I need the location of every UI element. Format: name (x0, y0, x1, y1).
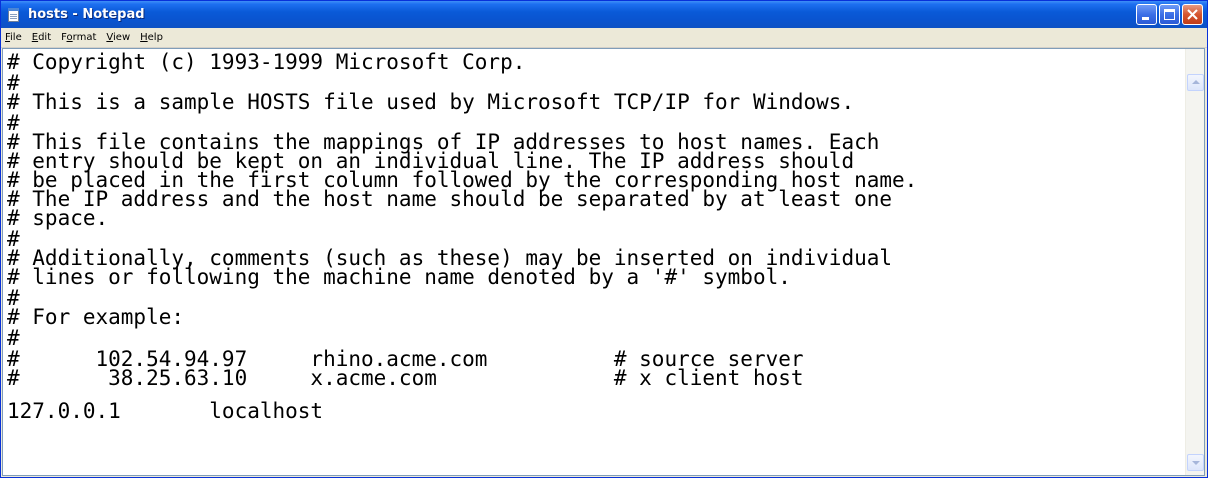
maximize-button[interactable] (1159, 4, 1180, 25)
maximize-icon (1164, 9, 1175, 20)
close-icon (1187, 9, 1198, 20)
window-title: hosts - Notepad (28, 7, 145, 22)
title-bar[interactable]: hosts - Notepad (1, 1, 1207, 28)
text-line: # For example: (7, 305, 185, 329)
vertical-scrollbar[interactable] (1185, 49, 1204, 475)
text-area[interactable]: # Copyright (c) 1993-1999 Microsoft Corp… (3, 49, 1186, 475)
text-line: # lines or following the machine name de… (7, 265, 791, 289)
minimize-button[interactable] (1136, 4, 1157, 25)
text-editor[interactable]: # Copyright (c) 1993-1999 Microsoft Corp… (2, 48, 1205, 476)
text-line: 127.0.0.1 localhost (7, 399, 324, 423)
scroll-down-button[interactable] (1187, 454, 1204, 471)
menu-format[interactable]: Format (57, 28, 102, 47)
text-line: # 38.25.63.10 x.acme.com # x client host (7, 366, 804, 390)
menu-edit[interactable]: Edit (28, 28, 57, 47)
menu-file[interactable]: File (1, 28, 28, 47)
chevron-up-icon (1192, 80, 1200, 84)
text-line: # The IP address and the host name shoul… (7, 187, 893, 211)
scroll-up-button[interactable] (1187, 74, 1204, 91)
text-line: # Copyright (c) 1993-1999 Microsoft Corp… (7, 50, 526, 74)
notepad-window: hosts - Notepad File Edit Format View He… (0, 0, 1208, 478)
menu-bar: File Edit Format View Help (1, 28, 1207, 48)
chevron-down-icon (1192, 461, 1200, 465)
menu-view[interactable]: View (102, 28, 136, 47)
window-controls (1136, 4, 1203, 25)
notepad-icon[interactable] (6, 7, 22, 23)
close-button[interactable] (1182, 4, 1203, 25)
text-line: # space. (7, 206, 109, 230)
menu-help[interactable]: Help (136, 28, 169, 47)
minimize-icon (1142, 17, 1149, 20)
text-line: # This is a sample HOSTS file used by Mi… (7, 90, 855, 114)
